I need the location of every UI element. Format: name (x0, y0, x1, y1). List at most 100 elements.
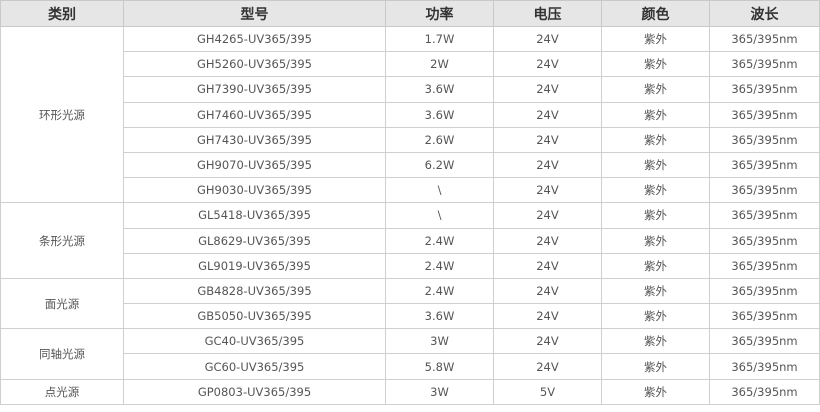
cell-category: 条形光源 (0, 202, 124, 279)
cell-wavelength: 365/395nm (709, 202, 820, 229)
header-category: 类别 (0, 0, 124, 27)
table-row: GH9030-UV365/395 \ 24V 紫外 365/395nm (1, 177, 820, 204)
cell-color: 紫外 (601, 328, 710, 355)
header-voltage: 电压 (493, 0, 602, 27)
cell-color: 紫外 (601, 51, 710, 78)
table-body: 环形光源 GH4265-UV365/395 1.7W 24V 紫外 365/395nm GH… (0, 25, 820, 405)
cell-color: 紫外 (601, 76, 710, 103)
cell-color: 紫外 (601, 353, 710, 380)
table-row: 面光源 GB4828-UV365/395 2.4W 24V 紫外 365/395nm (0, 277, 820, 330)
cell-category: 点光源 (0, 378, 124, 405)
cell-model: GC40-UV365/395 (123, 328, 386, 355)
cell-model: GP0803-UV365/395 (123, 378, 386, 405)
cell-power: 3W (385, 328, 494, 355)
cell-model: GH7460-UV365/395 (123, 101, 386, 128)
cell-power: 5.8W (385, 353, 494, 380)
cell-voltage: 24V (493, 51, 602, 78)
cell-model: GH9070-UV365/395 (123, 151, 386, 179)
table-row: 条形光源 GL5418-UV365/395 \ 24V 紫外 365/395nm (0, 202, 820, 279)
cell-power: 1.7W (385, 25, 494, 53)
cell-power: 2.4W (385, 252, 494, 279)
cell-power: 6.2W (385, 151, 494, 179)
cell-voltage: 24V (493, 126, 602, 153)
cell-voltage: 24V (493, 252, 602, 279)
table-row: GH5260-UV365/395 2W 24V 紫外 365/395nm (1, 51, 820, 78)
cell-voltage: 24V (493, 151, 602, 179)
cell-color: 紫外 (601, 227, 710, 254)
cell-wavelength: 365/395nm (709, 101, 820, 128)
cell-wavelength: 365/395nm (709, 378, 820, 405)
cell-color: 紫外 (601, 177, 710, 204)
table-row: 同轴光源 GC40-UV365/395 3W 24V 紫外 365/395nm (0, 328, 820, 380)
cell-model: GB5050-UV365/395 (123, 303, 386, 330)
cell-wavelength: 365/395nm (709, 76, 820, 103)
table-row: 环形光源 GH4265-UV365/395 1.7W 24V 紫外 365/395nm (0, 25, 820, 204)
cell-wavelength: 365/395nm (709, 51, 820, 78)
cell-category: 环形光源 (0, 25, 124, 204)
table-row: GH7390-UV365/395 3.6W 24V 紫外 365/395nm (1, 76, 820, 103)
cell-model: GL9019-UV365/395 (123, 252, 386, 279)
cell-color: 紫外 (601, 101, 710, 128)
cell-power: 2W (385, 51, 494, 78)
cell-voltage: 24V (493, 328, 602, 355)
cell-wavelength: 365/395nm (709, 177, 820, 204)
cell-power: 3.6W (385, 101, 494, 128)
cell-voltage: 24V (493, 353, 602, 380)
cell-color: 紫外 (601, 202, 710, 229)
cell-color: 紫外 (601, 303, 710, 330)
cell-color: 紫外 (601, 252, 710, 279)
cell-color: 紫外 (601, 277, 710, 305)
cell-model: GL5418-UV365/395 (123, 202, 386, 229)
cell-voltage: 24V (493, 25, 602, 53)
cell-voltage: 24V (493, 202, 602, 229)
table-row: GB5050-UV365/395 3.6W 24V 紫外 365/395nm (1, 303, 820, 330)
header-power: 功率 (385, 0, 494, 27)
cell-power: 2.6W (385, 126, 494, 153)
table-row: 点光源 GP0803-UV365/395 3W 5V 紫外 365/395nm (0, 378, 820, 405)
cell-wavelength: 365/395nm (709, 277, 820, 305)
cell-voltage: 24V (493, 303, 602, 330)
cell-power: 2.4W (385, 227, 494, 254)
cell-model: GC60-UV365/395 (123, 353, 386, 380)
cell-color: 紫外 (601, 126, 710, 153)
cell-wavelength: 365/395nm (709, 252, 820, 279)
cell-power: 3.6W (385, 76, 494, 103)
table-header-row: 类别 型号 功率 电压 颜色 波长 (0, 0, 820, 27)
cell-wavelength: 365/395nm (709, 303, 820, 330)
cell-model: GH7430-UV365/395 (123, 126, 386, 153)
cell-voltage: 5V (493, 378, 602, 405)
cell-model: GH5260-UV365/395 (123, 51, 386, 78)
cell-voltage: 24V (493, 177, 602, 204)
cell-color: 紫外 (601, 378, 710, 405)
cell-power: 3W (385, 378, 494, 405)
header-wavelength: 波长 (709, 0, 820, 27)
cell-model: GH9030-UV365/395 (123, 177, 386, 204)
cell-color: 紫外 (601, 151, 710, 179)
header-color: 颜色 (601, 0, 710, 27)
cell-category: 面光源 (0, 277, 124, 330)
table-row: GH7430-UV365/395 2.6W 24V 紫外 365/395nm (1, 126, 820, 153)
cell-wavelength: 365/395nm (709, 328, 820, 355)
cell-power: \ (385, 202, 494, 229)
cell-model: GB4828-UV365/395 (123, 277, 386, 305)
cell-wavelength: 365/395nm (709, 227, 820, 254)
table-row: GL8629-UV365/395 2.4W 24V 紫外 365/395nm (1, 227, 820, 254)
cell-wavelength: 365/395nm (709, 126, 820, 153)
cell-model: GH7390-UV365/395 (123, 76, 386, 103)
cell-wavelength: 365/395nm (709, 151, 820, 179)
cell-model: GH4265-UV365/395 (123, 25, 386, 53)
table-row: GH7460-UV365/395 3.6W 24V 紫外 365/395nm (1, 101, 820, 128)
table-row: GC60-UV365/395 5.8W 24V 紫外 365/395nm (1, 353, 820, 380)
cell-voltage: 24V (493, 277, 602, 305)
table-row: GL9019-UV365/395 2.4W 24V 紫外 365/395nm (1, 252, 820, 279)
cell-category: 同轴光源 (0, 328, 124, 380)
cell-wavelength: 365/395nm (709, 25, 820, 53)
cell-voltage: 24V (493, 101, 602, 128)
cell-model: GL8629-UV365/395 (123, 227, 386, 254)
cell-color: 紫外 (601, 25, 710, 53)
cell-wavelength: 365/395nm (709, 353, 820, 380)
product-spec-table: 类别 型号 功率 电压 颜色 波长 环形光源 GH4265-UV365/395 1.… (0, 0, 820, 405)
table-row: GH9070-UV365/395 6.2W 24V 紫外 365/395nm (1, 151, 820, 179)
cell-voltage: 24V (493, 227, 602, 254)
cell-voltage: 24V (493, 76, 602, 103)
